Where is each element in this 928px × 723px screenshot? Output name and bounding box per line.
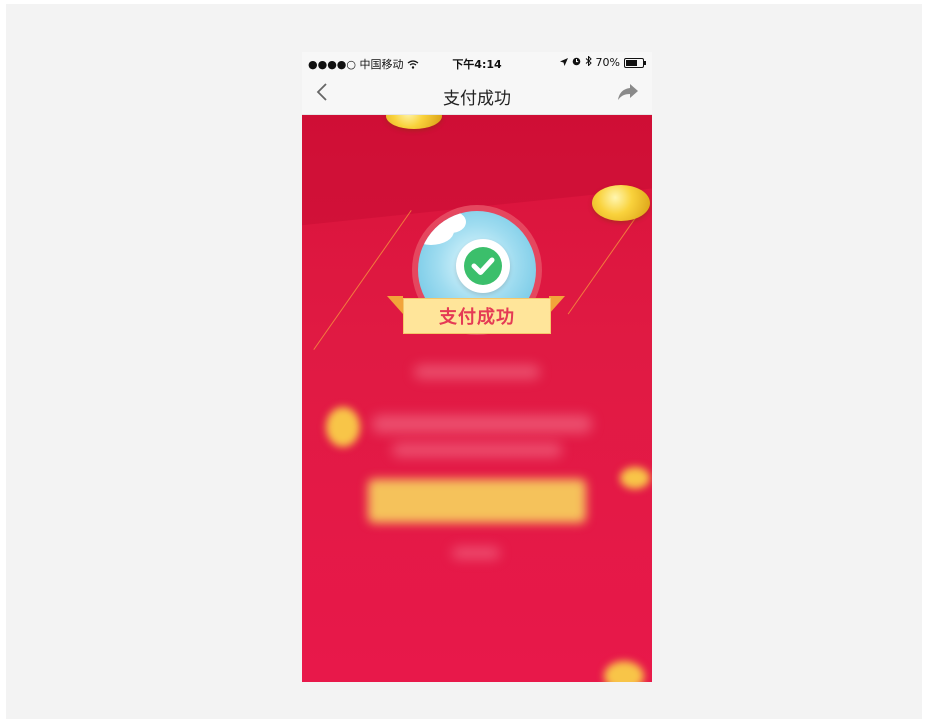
payment-success-banner: 支付成功 (302, 115, 652, 682)
battery-fill (626, 59, 638, 66)
decorative-line (313, 210, 412, 350)
blurred-text (414, 365, 540, 379)
gold-coin-icon (326, 407, 360, 447)
ribbon-tail-right (549, 296, 565, 314)
navigation-bar: 支付成功 (302, 74, 652, 115)
phone-screen: ●●●●○ 中国移动 下午4:14 70% 支付成功 支付成功 (302, 52, 652, 682)
share-button[interactable] (618, 84, 638, 104)
check-icon (464, 247, 502, 285)
status-bar: ●●●●○ 中国移动 下午4:14 70% (302, 52, 652, 74)
page-title: 支付成功 (443, 89, 511, 109)
gold-coin-icon (620, 467, 650, 489)
blurred-text (452, 547, 500, 559)
gold-coin-icon (592, 185, 650, 221)
location-arrow-icon (559, 56, 568, 69)
ribbon-tail-left (387, 296, 403, 314)
cloud-icon (436, 211, 466, 233)
action-button[interactable] (368, 479, 586, 523)
battery-icon (624, 57, 646, 68)
alarm-icon (572, 56, 581, 69)
decorative-line (567, 215, 638, 315)
gold-coin-icon (604, 661, 644, 682)
check-badge (456, 239, 510, 293)
battery-percent: 70% (595, 56, 620, 69)
ribbon-label: 支付成功 (439, 307, 515, 328)
success-ribbon: 支付成功 (403, 298, 551, 334)
bluetooth-icon (585, 55, 592, 69)
status-right: 70% (559, 55, 646, 69)
share-arrow-icon (618, 84, 638, 100)
screenshot-frame: ●●●●○ 中国移动 下午4:14 70% 支付成功 支付成功 (6, 4, 922, 719)
blurred-text (372, 415, 592, 433)
blurred-text (392, 443, 562, 457)
